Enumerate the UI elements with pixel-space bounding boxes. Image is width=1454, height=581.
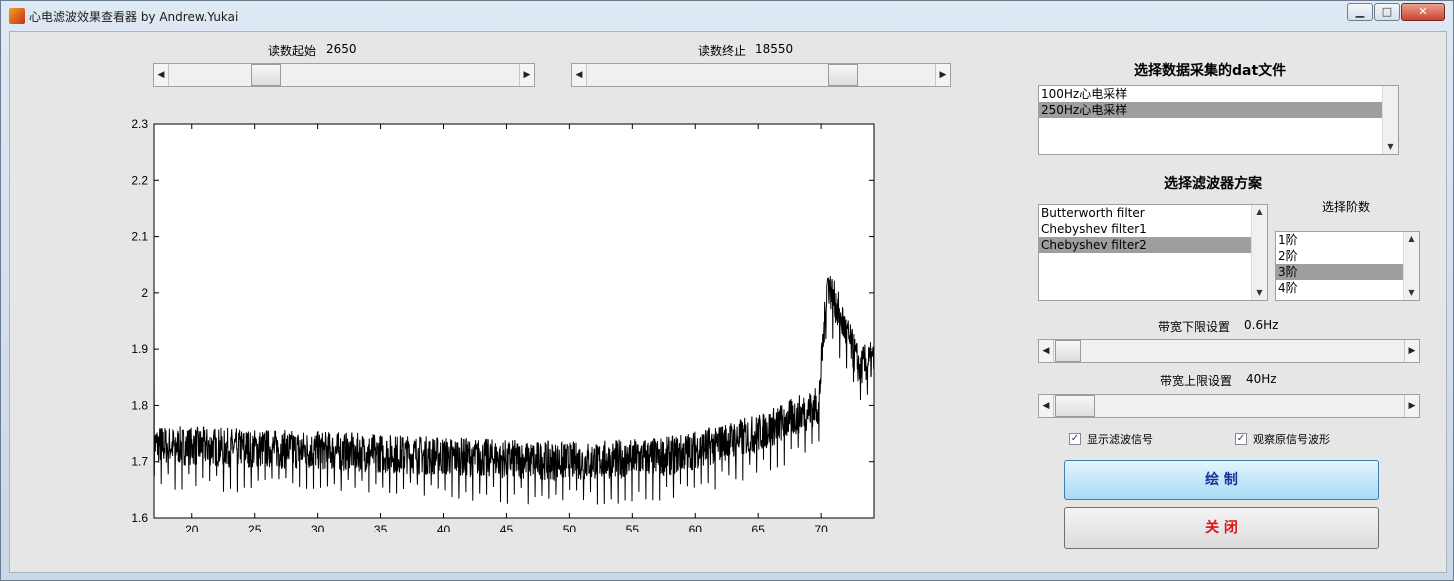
order-item[interactable]: 4阶 <box>1276 280 1403 296</box>
high-cutoff-label: 带宽上限设置 <box>1160 374 1233 388</box>
x-tick-label: 55 <box>626 523 640 532</box>
x-tick-label: 25 <box>248 523 262 532</box>
file-item[interactable]: 250Hz心电采样 <box>1039 102 1382 118</box>
end-value: 18550 <box>755 42 794 56</box>
y-tick-label: 2.3 <box>131 117 148 131</box>
x-tick-label: 50 <box>563 523 577 532</box>
maximize-button[interactable]: □ <box>1374 3 1400 21</box>
file-listbox[interactable]: 100Hz心电采样 250Hz心电采样 ▼ <box>1038 85 1399 155</box>
show-filtered-checkbox[interactable]: ✓ <box>1069 433 1081 445</box>
start-label: 读数起始 <box>268 44 317 58</box>
y-tick-label: 2.2 <box>131 173 148 187</box>
order-listbox[interactable]: 1阶 2阶 3阶 4阶 ▲ ▼ <box>1275 231 1420 301</box>
x-tick-label: 35 <box>374 523 388 532</box>
slider-right-arrow-icon[interactable]: ▶ <box>1404 340 1419 362</box>
title-bar: 心电滤波效果查看器 by Andrew.Yukai ▁ □ ✕ <box>1 1 1453 29</box>
scroll-down-arrow-icon[interactable]: ▼ <box>1383 140 1398 154</box>
close-button[interactable]: 关 闭 <box>1064 507 1379 549</box>
x-tick-label: 20 <box>185 523 199 532</box>
filter-list-scrollbar[interactable]: ▲ ▼ <box>1251 205 1267 300</box>
low-cutoff-label: 带宽下限设置 <box>1158 320 1231 334</box>
window-title: 心电滤波效果查看器 by Andrew.Yukai <box>29 10 239 24</box>
file-heading: 选择数据采集的dat文件 <box>1134 63 1287 79</box>
x-tick-label: 45 <box>500 523 514 532</box>
y-tick-label: 2.1 <box>131 230 148 244</box>
high-cutoff-value: 40Hz <box>1246 372 1277 386</box>
filter-item[interactable]: Butterworth filter <box>1039 205 1251 221</box>
show-original-checkbox[interactable]: ✓ <box>1235 433 1247 445</box>
slider-left-arrow-icon[interactable]: ◀ <box>1039 340 1054 362</box>
high-cutoff-slider[interactable]: ◀ ▶ <box>1038 394 1420 418</box>
slider-right-arrow-icon[interactable]: ▶ <box>519 64 534 86</box>
y-tick-label: 1.9 <box>131 342 148 356</box>
y-tick-label: 1.6 <box>131 511 148 525</box>
x-tick-label: 40 <box>437 523 451 532</box>
slider-left-arrow-icon[interactable]: ◀ <box>572 64 587 86</box>
slider-left-arrow-icon[interactable]: ◀ <box>154 64 169 86</box>
start-slider[interactable]: ◀ ▶ <box>153 63 535 87</box>
start-slider-thumb[interactable] <box>251 64 281 86</box>
high-cutoff-thumb[interactable] <box>1055 395 1095 417</box>
order-item[interactable]: 2阶 <box>1276 248 1403 264</box>
filter-item[interactable]: Chebyshev filter1 <box>1039 221 1251 237</box>
close-window-button[interactable]: ✕ <box>1401 3 1445 21</box>
end-label: 读数终止 <box>698 44 747 58</box>
y-tick-label: 1.7 <box>131 455 148 469</box>
low-cutoff-thumb[interactable] <box>1055 340 1081 362</box>
x-tick-label: 65 <box>752 523 766 532</box>
filter-item[interactable]: Chebyshev filter2 <box>1039 237 1251 253</box>
order-item[interactable]: 1阶 <box>1276 232 1403 248</box>
order-list-scrollbar[interactable]: ▲ ▼ <box>1403 232 1419 300</box>
slider-right-arrow-icon[interactable]: ▶ <box>1404 395 1419 417</box>
scroll-down-arrow-icon[interactable]: ▼ <box>1404 286 1419 300</box>
start-value: 2650 <box>326 42 357 56</box>
matlab-icon <box>9 8 25 24</box>
x-tick-label: 60 <box>689 523 703 532</box>
file-item[interactable]: 100Hz心电采样 <box>1039 86 1382 102</box>
show-filtered-label: 显示滤波信号 <box>1087 433 1153 446</box>
scroll-down-arrow-icon[interactable]: ▼ <box>1252 286 1267 300</box>
scroll-up-arrow-icon[interactable]: ▲ <box>1404 232 1419 246</box>
filter-listbox[interactable]: Butterworth filter Chebyshev filter1 Cheby… <box>1038 204 1268 301</box>
x-tick-label: 30 <box>311 523 325 532</box>
y-tick-label: 2 <box>141 286 148 300</box>
show-original-label: 观察原信号波形 <box>1253 433 1330 446</box>
end-slider[interactable]: ◀ ▶ <box>571 63 951 87</box>
order-heading: 选择阶数 <box>1322 200 1371 214</box>
app-window: 心电滤波效果查看器 by Andrew.Yukai ▁ □ ✕ 读数起始 265… <box>0 0 1454 581</box>
slider-left-arrow-icon[interactable]: ◀ <box>1039 395 1054 417</box>
low-cutoff-slider[interactable]: ◀ ▶ <box>1038 339 1420 363</box>
x-tick-label: 70 <box>814 523 828 532</box>
y-tick-label: 1.8 <box>131 398 148 412</box>
ecg-plot: 20 25 30 35 40 45 50 55 60 65 70 1.6 1.7 1.8 1.9 2 2.1 2.… <box>131 117 875 532</box>
slider-right-arrow-icon[interactable]: ▶ <box>935 64 950 86</box>
minimize-button[interactable]: ▁ <box>1347 3 1373 21</box>
filter-heading: 选择滤波器方案 <box>1164 176 1262 192</box>
figure-client-area: 读数起始 2650 ◀ ▶ 读数终止 18550 ◀ ▶ 20 25 30 35 40 4… <box>9 31 1447 573</box>
end-slider-thumb[interactable] <box>828 64 858 86</box>
scroll-up-arrow-icon[interactable]: ▲ <box>1252 205 1267 219</box>
order-item[interactable]: 3阶 <box>1276 264 1403 280</box>
file-list-scrollbar[interactable]: ▼ <box>1382 86 1398 154</box>
low-cutoff-value: 0.6Hz <box>1244 318 1279 332</box>
draw-button[interactable]: 绘 制 <box>1064 460 1379 500</box>
